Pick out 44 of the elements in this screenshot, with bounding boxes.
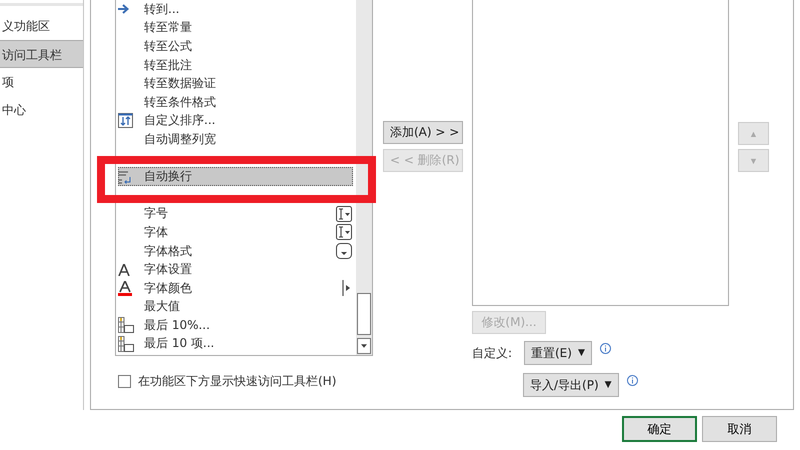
command-item[interactable]: 转至数据验证 <box>118 74 353 93</box>
add-button[interactable]: 添加(A) > > <box>383 121 463 144</box>
scroll-thumb[interactable] <box>357 293 371 335</box>
command-item[interactable]: 自动调整列宽 <box>118 130 353 149</box>
command-item[interactable]: 转至常量 <box>118 18 353 38</box>
command-item[interactable]: 字体设置 <box>118 260 353 279</box>
submenu-arrow-icon <box>342 280 352 296</box>
scrollbar[interactable] <box>356 0 372 355</box>
combo-box-icon <box>336 206 352 222</box>
import-export-button[interactable]: 导入/导出(P) ▼ <box>523 373 619 397</box>
dialog-button[interactable]: 取消 <box>702 416 777 442</box>
sidebar-item[interactable]: 中心 <box>0 96 83 124</box>
arrow-icon <box>118 4 130 14</box>
info-icon <box>626 375 638 386</box>
font-color-icon <box>118 280 132 296</box>
sort-icon <box>118 113 133 128</box>
letter-a-icon <box>118 264 130 276</box>
customize-label: 自定义: <box>472 344 514 362</box>
command-item[interactable]: 转到... <box>118 0 353 19</box>
dropdown-icon <box>336 243 352 260</box>
command-item[interactable]: 字体颜色 <box>118 278 353 298</box>
sidebar-item[interactable]: 义功能区 <box>0 12 83 40</box>
command-item[interactable]: 自定义排序... <box>118 112 353 130</box>
sidebar-item[interactable]: 访问工具栏 <box>0 40 83 68</box>
command-item[interactable]: 转至条件格式 <box>118 92 353 112</box>
dialog-button[interactable]: 确定 <box>622 416 697 442</box>
info-icon <box>600 343 611 354</box>
command-item[interactable]: 转至公式 <box>118 37 353 56</box>
command-item[interactable]: 最后 10 项... <box>118 334 353 354</box>
command-item[interactable]: 字体 <box>118 223 353 242</box>
command-item[interactable]: 字号 <box>118 204 353 224</box>
command-item[interactable]: 字体格式 <box>118 242 353 260</box>
scroll-down-icon[interactable] <box>357 338 371 354</box>
checkbox[interactable] <box>118 375 131 388</box>
grid-icon <box>118 336 134 352</box>
command-item[interactable]: 自动换行 <box>118 167 353 186</box>
command-item[interactable]: 最大值 <box>118 298 353 316</box>
combo-box-icon <box>336 224 352 240</box>
reset-button[interactable]: 重置(E) ▼ <box>524 341 592 365</box>
sidebar-item[interactable]: 项 <box>0 68 83 96</box>
command-item[interactable]: 最后 10%... <box>118 316 353 335</box>
checkbox-label: 在功能区下方显示快速访问工具栏(H) <box>138 373 336 390</box>
command-item[interactable]: 转至批注 <box>118 56 353 74</box>
grid-icon <box>118 317 134 334</box>
